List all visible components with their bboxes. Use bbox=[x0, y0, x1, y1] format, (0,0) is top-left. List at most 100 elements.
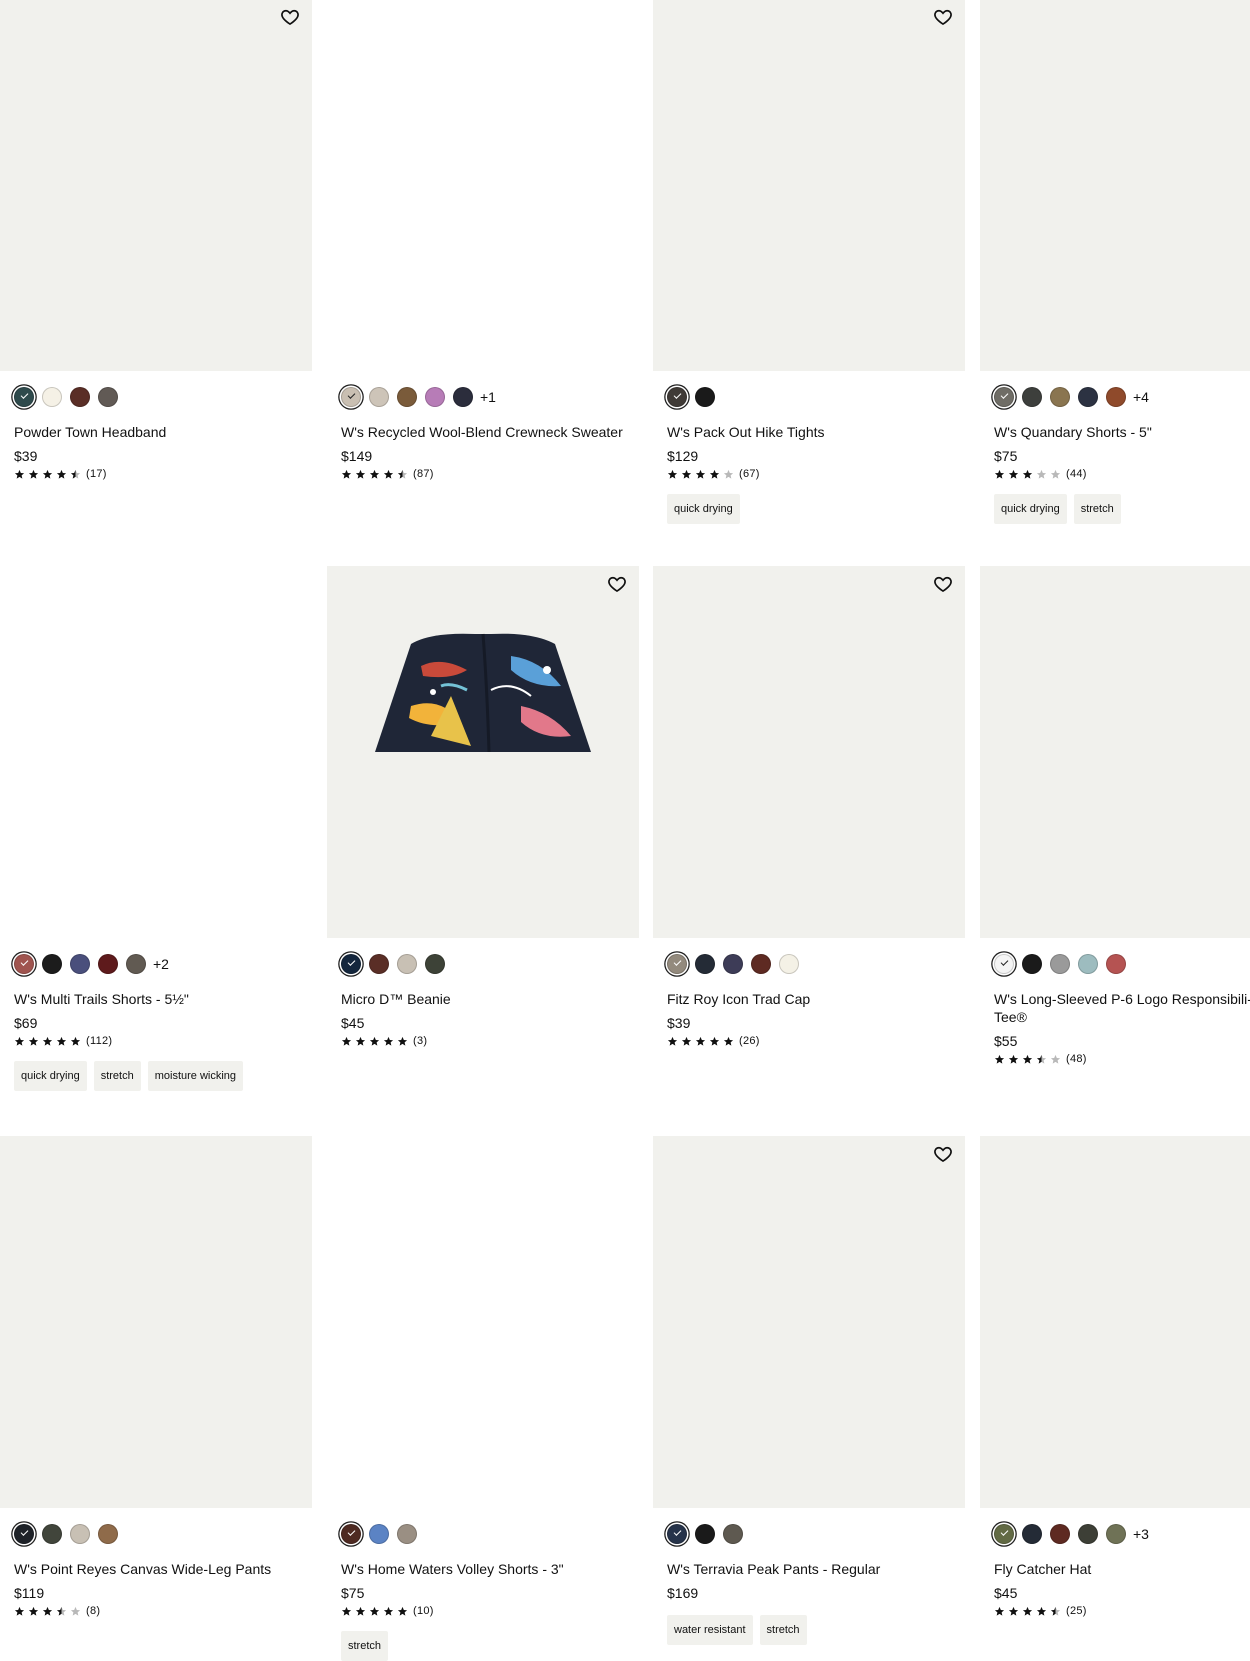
product-rating[interactable]: (87) bbox=[341, 468, 639, 480]
product-rating[interactable]: (10) bbox=[341, 1605, 639, 1617]
color-swatch-selected[interactable] bbox=[994, 954, 1014, 974]
color-swatch[interactable] bbox=[723, 954, 743, 974]
color-swatch[interactable] bbox=[453, 387, 473, 407]
product-name[interactable]: W's Pack Out Hike Tights bbox=[667, 423, 957, 441]
product-card[interactable]: +1 W's Recycled Wool-Blend Crewneck Sweat… bbox=[327, 0, 639, 480]
product-image[interactable] bbox=[980, 566, 1250, 938]
product-name[interactable]: W's Quandary Shorts - 5" bbox=[994, 423, 1250, 441]
color-swatch-selected[interactable] bbox=[341, 954, 361, 974]
color-swatch[interactable] bbox=[369, 1524, 389, 1544]
color-swatch[interactable] bbox=[1050, 387, 1070, 407]
product-name[interactable]: W's Recycled Wool-Blend Crewneck Sweater bbox=[341, 423, 631, 441]
heart-icon[interactable] bbox=[933, 7, 953, 27]
color-swatch[interactable] bbox=[98, 954, 118, 974]
product-image[interactable] bbox=[653, 1136, 965, 1508]
product-card[interactable]: W's Home Waters Volley Shorts - 3" $75 (10… bbox=[327, 1136, 639, 1661]
color-swatch[interactable] bbox=[695, 387, 715, 407]
color-swatch[interactable] bbox=[1106, 954, 1126, 974]
color-swatch[interactable] bbox=[695, 1524, 715, 1544]
color-swatch-selected[interactable] bbox=[667, 1524, 687, 1544]
color-swatch[interactable] bbox=[42, 954, 62, 974]
color-swatch[interactable] bbox=[1106, 1524, 1126, 1544]
product-image[interactable] bbox=[653, 0, 965, 371]
product-name[interactable]: Powder Town Headband bbox=[14, 423, 304, 441]
product-rating[interactable]: (44) bbox=[994, 468, 1250, 480]
product-image[interactable] bbox=[980, 0, 1250, 371]
product-card[interactable]: W's Terravia Peak Pants - Regular $169 wat… bbox=[653, 1136, 965, 1645]
color-swatch-selected[interactable] bbox=[994, 1524, 1014, 1544]
product-rating[interactable]: (8) bbox=[14, 1605, 312, 1617]
color-swatch-selected[interactable] bbox=[667, 954, 687, 974]
product-card[interactable]: W's Long-Sleeved P-6 Logo Responsibili-T… bbox=[980, 566, 1250, 1065]
heart-icon[interactable] bbox=[933, 574, 953, 594]
product-card[interactable]: Powder Town Headband $39 (17) bbox=[0, 0, 312, 480]
product-name[interactable]: W's Multi Trails Shorts - 5½" bbox=[14, 990, 304, 1008]
product-rating[interactable]: (17) bbox=[14, 468, 312, 480]
color-swatch[interactable] bbox=[779, 954, 799, 974]
product-rating[interactable]: (25) bbox=[994, 1605, 1250, 1617]
color-swatch-selected[interactable] bbox=[14, 954, 34, 974]
product-card[interactable]: W's Point Reyes Canvas Wide-Leg Pants $11… bbox=[0, 1136, 312, 1617]
product-name[interactable]: Micro D™ Beanie bbox=[341, 990, 631, 1008]
product-rating[interactable]: (26) bbox=[667, 1035, 965, 1047]
color-swatch[interactable] bbox=[70, 954, 90, 974]
product-rating[interactable]: (3) bbox=[341, 1035, 639, 1047]
product-rating[interactable]: (48) bbox=[994, 1053, 1250, 1065]
product-card[interactable]: W's Pack Out Hike Tights $129 (67) quick dr… bbox=[653, 0, 965, 524]
product-image[interactable] bbox=[0, 0, 312, 371]
color-swatch-selected[interactable] bbox=[341, 1524, 361, 1544]
color-swatch[interactable] bbox=[397, 954, 417, 974]
more-colors-count[interactable]: +2 bbox=[153, 956, 169, 972]
color-swatch-selected[interactable] bbox=[341, 387, 361, 407]
product-card[interactable]: +2 W's Multi Trails Shorts - 5½" $69 (112) q… bbox=[0, 566, 312, 1091]
color-swatch[interactable] bbox=[1078, 1524, 1098, 1544]
color-swatch[interactable] bbox=[397, 1524, 417, 1544]
color-swatch[interactable] bbox=[397, 387, 417, 407]
heart-icon[interactable] bbox=[280, 7, 300, 27]
color-swatch[interactable] bbox=[1106, 387, 1126, 407]
heart-icon[interactable] bbox=[933, 1144, 953, 1164]
color-swatch[interactable] bbox=[1022, 1524, 1042, 1544]
product-image[interactable] bbox=[327, 0, 639, 371]
product-name[interactable]: W's Terravia Peak Pants - Regular bbox=[667, 1560, 957, 1578]
product-card[interactable]: Micro D™ Beanie $45 (3) bbox=[327, 566, 639, 1047]
color-swatch[interactable] bbox=[70, 387, 90, 407]
color-swatch-selected[interactable] bbox=[994, 387, 1014, 407]
color-swatch[interactable] bbox=[98, 387, 118, 407]
color-swatch-selected[interactable] bbox=[14, 1524, 34, 1544]
color-swatch[interactable] bbox=[42, 387, 62, 407]
color-swatch[interactable] bbox=[126, 954, 146, 974]
product-name[interactable]: W's Point Reyes Canvas Wide-Leg Pants bbox=[14, 1560, 304, 1578]
color-swatch[interactable] bbox=[98, 1524, 118, 1544]
color-swatch[interactable] bbox=[425, 387, 445, 407]
color-swatch[interactable] bbox=[695, 954, 715, 974]
more-colors-count[interactable]: +3 bbox=[1133, 1526, 1149, 1542]
heart-icon[interactable] bbox=[607, 574, 627, 594]
product-image[interactable] bbox=[327, 566, 639, 938]
color-swatch[interactable] bbox=[1078, 387, 1098, 407]
product-card[interactable]: Fitz Roy Icon Trad Cap $39 (26) bbox=[653, 566, 965, 1047]
product-name[interactable]: Fitz Roy Icon Trad Cap bbox=[667, 990, 957, 1008]
color-swatch[interactable] bbox=[1022, 387, 1042, 407]
color-swatch[interactable] bbox=[369, 387, 389, 407]
product-image[interactable] bbox=[327, 1136, 639, 1508]
color-swatch[interactable] bbox=[42, 1524, 62, 1544]
product-image[interactable] bbox=[653, 566, 965, 938]
color-swatch[interactable] bbox=[369, 954, 389, 974]
product-card[interactable]: +4 W's Quandary Shorts - 5" $75 (44) quick d… bbox=[980, 0, 1250, 524]
color-swatch[interactable] bbox=[1078, 954, 1098, 974]
color-swatch[interactable] bbox=[1050, 1524, 1070, 1544]
product-name[interactable]: Fly Catcher Hat bbox=[994, 1560, 1250, 1578]
product-rating[interactable]: (112) bbox=[14, 1035, 312, 1047]
product-image[interactable] bbox=[980, 1136, 1250, 1508]
color-swatch[interactable] bbox=[1022, 954, 1042, 974]
more-colors-count[interactable]: +4 bbox=[1133, 389, 1149, 405]
product-image[interactable] bbox=[0, 1136, 312, 1508]
product-rating[interactable]: (67) bbox=[667, 468, 965, 480]
product-name[interactable]: W's Home Waters Volley Shorts - 3" bbox=[341, 1560, 631, 1578]
color-swatch[interactable] bbox=[1050, 954, 1070, 974]
color-swatch[interactable] bbox=[425, 954, 445, 974]
color-swatch[interactable] bbox=[751, 954, 771, 974]
product-name[interactable]: W's Long-Sleeved P-6 Logo Responsibili-T… bbox=[994, 990, 1250, 1026]
product-image[interactable] bbox=[0, 566, 312, 938]
